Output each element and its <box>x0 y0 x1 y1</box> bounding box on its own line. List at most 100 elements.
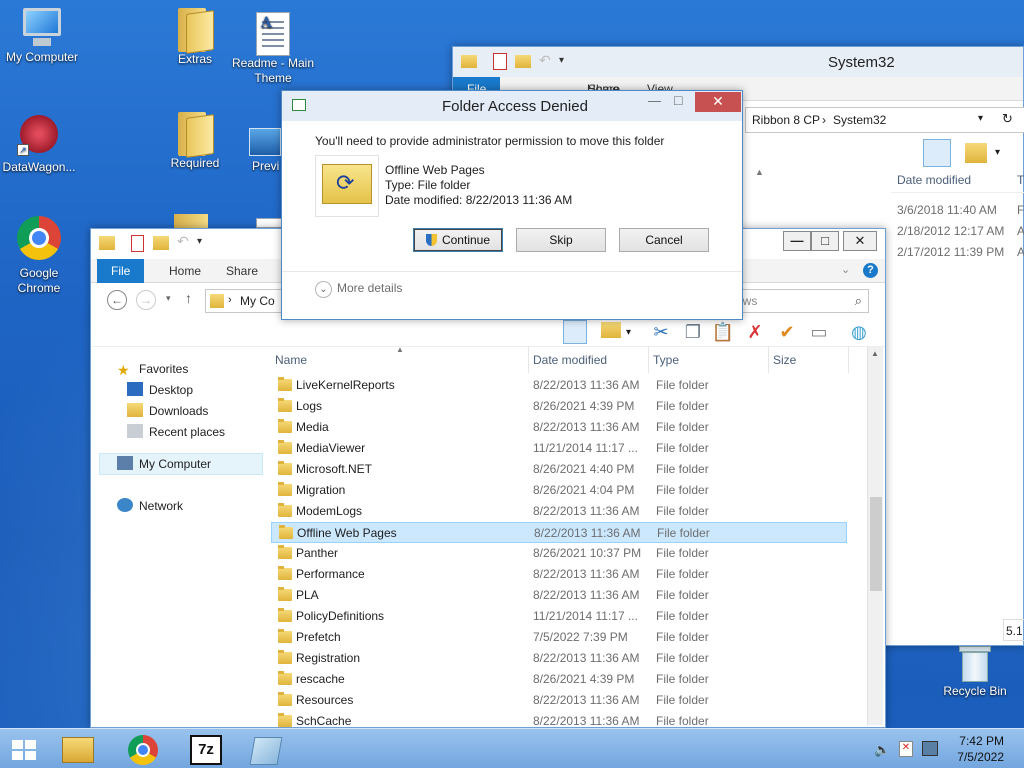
folder-options-icon[interactable] <box>599 320 623 344</box>
start-button[interactable] <box>0 731 48 767</box>
column-type[interactable]: Type <box>649 347 769 373</box>
scroll-up-arrow-icon[interactable]: ▲ <box>871 349 879 358</box>
search-icon[interactable]: ⌕ <box>855 293 862 309</box>
network-icon[interactable] <box>922 741 938 756</box>
breadcrumb-item[interactable]: System32 <box>833 113 886 127</box>
close-button[interactable]: ✕ <box>843 231 877 251</box>
nav-favorites[interactable]: ★ Favorites <box>117 359 188 379</box>
breadcrumb-item[interactable]: Ribbon 8 CP <box>752 113 820 127</box>
table-row[interactable]: MediaViewer 11/21/2014 11:17 ... File fold… <box>271 438 847 459</box>
properties-icon[interactable] <box>493 53 507 70</box>
action-center-icon[interactable]: ✕ <box>899 741 913 757</box>
table-row[interactable]: Offline Web Pages 8/22/2013 11:36 AM File … <box>271 522 847 543</box>
preview-pane-icon[interactable] <box>563 320 587 344</box>
rename-icon[interactable]: ▭ <box>807 320 831 344</box>
table-row[interactable]: Registration 8/22/2013 11:36 AM File folde… <box>271 648 847 669</box>
skip-button[interactable]: Skip <box>516 228 606 252</box>
desktop-icon-recycle-bin[interactable]: Recycle Bin <box>933 644 1017 699</box>
maximize-button[interactable]: □ <box>811 231 839 251</box>
help-icon[interactable]: ? <box>863 263 878 278</box>
vertical-scrollbar[interactable]: ▲ <box>867 347 883 725</box>
address-bar[interactable]: › My Co <box>205 289 283 313</box>
chevron-down-icon[interactable]: ▾ <box>978 113 983 124</box>
search-input[interactable]: ows ⌕ <box>731 289 869 313</box>
copy-icon[interactable]: ❐ <box>681 320 705 344</box>
table-row[interactable]: Migration 8/26/2021 4:04 PM File folder <box>271 480 847 501</box>
system-clock[interactable]: 7:42 PM 7/5/2022 <box>957 733 1004 765</box>
nav-network[interactable]: Network <box>117 496 183 516</box>
table-row[interactable]: ModemLogs 8/22/2013 11:36 AM File folder <box>271 501 847 522</box>
table-row[interactable]: rescache 8/26/2021 4:39 PM File folder <box>271 669 847 690</box>
table-row[interactable]: PolicyDefinitions 11/21/2014 11:17 ... Fil… <box>271 606 847 627</box>
column-name[interactable]: Name <box>271 347 529 373</box>
tab-home[interactable]: Home <box>155 259 215 283</box>
chevron-down-icon[interactable]: ▾ <box>995 147 1000 158</box>
undo-icon[interactable]: ↶ <box>177 233 189 250</box>
nav-my-computer[interactable]: My Computer <box>117 454 211 474</box>
chevron-down-icon[interactable]: ▾ <box>626 327 631 338</box>
nav-desktop[interactable]: Desktop <box>127 380 193 400</box>
volume-muted-icon[interactable]: 🔈 <box>874 742 890 758</box>
desktop-icon-readme[interactable]: A Readme - Main Theme <box>231 10 315 86</box>
desktop-icon-datawagon[interactable]: ↗ DataWagon... <box>0 112 81 175</box>
cancel-button[interactable]: Cancel <box>619 228 709 252</box>
back-button[interactable]: ← <box>107 290 127 310</box>
column-date-modified[interactable]: Date modified <box>897 173 971 187</box>
minimize-button[interactable]: — <box>783 231 811 251</box>
table-row[interactable]: Microsoft.NET 8/26/2021 4:40 PM File folde… <box>271 459 847 480</box>
table-row[interactable]: Media 8/22/2013 11:36 AM File folder <box>271 417 847 438</box>
chevron-down-icon[interactable]: ▾ <box>197 236 202 247</box>
tab-file[interactable]: File <box>97 259 145 283</box>
desktop-icon-required[interactable]: Required <box>153 110 237 171</box>
table-row[interactable]: Prefetch 7/5/2022 7:39 PM File folder <box>271 627 847 648</box>
minimize-button[interactable]: — <box>648 93 661 108</box>
chevron-down-icon[interactable]: ▾ <box>559 55 564 66</box>
forward-button[interactable]: → <box>136 290 156 310</box>
taskbar-7zip[interactable]: 7z <box>182 731 238 767</box>
column-size[interactable]: Size <box>769 347 849 373</box>
ribbon-expand-chevron-icon[interactable]: ⌄ <box>841 263 850 276</box>
taskbar-notepad[interactable] <box>244 731 300 767</box>
table-row[interactable]: 3/6/2018 11:40 AM F <box>897 203 1024 217</box>
nav-downloads[interactable]: Downloads <box>127 401 208 421</box>
desktop-icon-my-computer[interactable]: My Computer <box>0 6 84 65</box>
taskbar-file-explorer[interactable] <box>54 731 110 767</box>
new-folder-icon[interactable] <box>515 55 531 68</box>
undo-icon[interactable]: ↶ <box>539 52 551 69</box>
window-titlebar[interactable]: ↶ ▾ System32 <box>453 47 1023 77</box>
table-row[interactable]: 2/18/2012 12:17 AM A <box>897 224 1024 238</box>
web-icon[interactable]: ◍ <box>847 320 871 344</box>
paste-icon[interactable]: 📋 <box>711 320 735 344</box>
table-row[interactable]: 2/17/2012 11:39 PM A <box>897 245 1024 259</box>
dialog-titlebar[interactable]: Folder Access Denied — □ ✕ <box>282 91 742 121</box>
recent-locations-chevron-icon[interactable]: ▾ <box>166 293 171 304</box>
folder-options-icon[interactable] <box>965 143 987 163</box>
new-folder-icon[interactable] <box>153 236 169 250</box>
table-row[interactable]: LiveKernelReports 8/22/2013 11:36 AM File … <box>271 375 847 396</box>
table-row[interactable]: Resources 8/22/2013 11:36 AM File folder <box>271 690 847 711</box>
table-row[interactable]: Logs 8/26/2021 4:39 PM File folder <box>271 396 847 417</box>
address-bar[interactable]: Ribbon 8 CP › System32 ▾ ↻ <box>745 107 1024 133</box>
scrollbar-thumb[interactable] <box>870 497 882 591</box>
folder-access-denied-dialog[interactable]: Folder Access Denied — □ ✕ You'll need t… <box>281 90 743 320</box>
table-row[interactable]: PLA 8/22/2013 11:36 AM File folder <box>271 585 847 606</box>
tab-share[interactable]: Share <box>212 259 272 283</box>
refresh-icon[interactable]: ↻ <box>1002 111 1013 127</box>
column-date-modified[interactable]: Date modified <box>529 347 649 373</box>
table-row[interactable]: SchCache 8/22/2013 11:36 AM File folder <box>271 711 847 727</box>
close-button[interactable]: ✕ <box>695 92 741 112</box>
taskbar-chrome[interactable] <box>120 731 176 767</box>
table-row[interactable]: Performance 8/22/2013 11:36 AM File folder <box>271 564 847 585</box>
maximize-button[interactable]: □ <box>674 92 682 108</box>
properties-icon[interactable] <box>131 235 144 252</box>
table-row[interactable]: Panther 8/26/2021 10:37 PM File folder <box>271 543 847 564</box>
up-button[interactable]: ↑ <box>185 290 192 306</box>
column-type[interactable]: T <box>1017 173 1024 187</box>
desktop-icon-google-chrome[interactable]: Google Chrome <box>0 216 81 296</box>
nav-recent-places[interactable]: Recent places <box>127 422 225 442</box>
check-icon[interactable]: ✔ <box>775 320 799 344</box>
more-details-toggle[interactable]: ⌄ More details <box>315 281 402 298</box>
view-pane-icon[interactable] <box>923 139 951 167</box>
continue-button[interactable]: Continue <box>413 228 503 252</box>
desktop-icon-preview[interactable]: Previ <box>231 128 281 174</box>
